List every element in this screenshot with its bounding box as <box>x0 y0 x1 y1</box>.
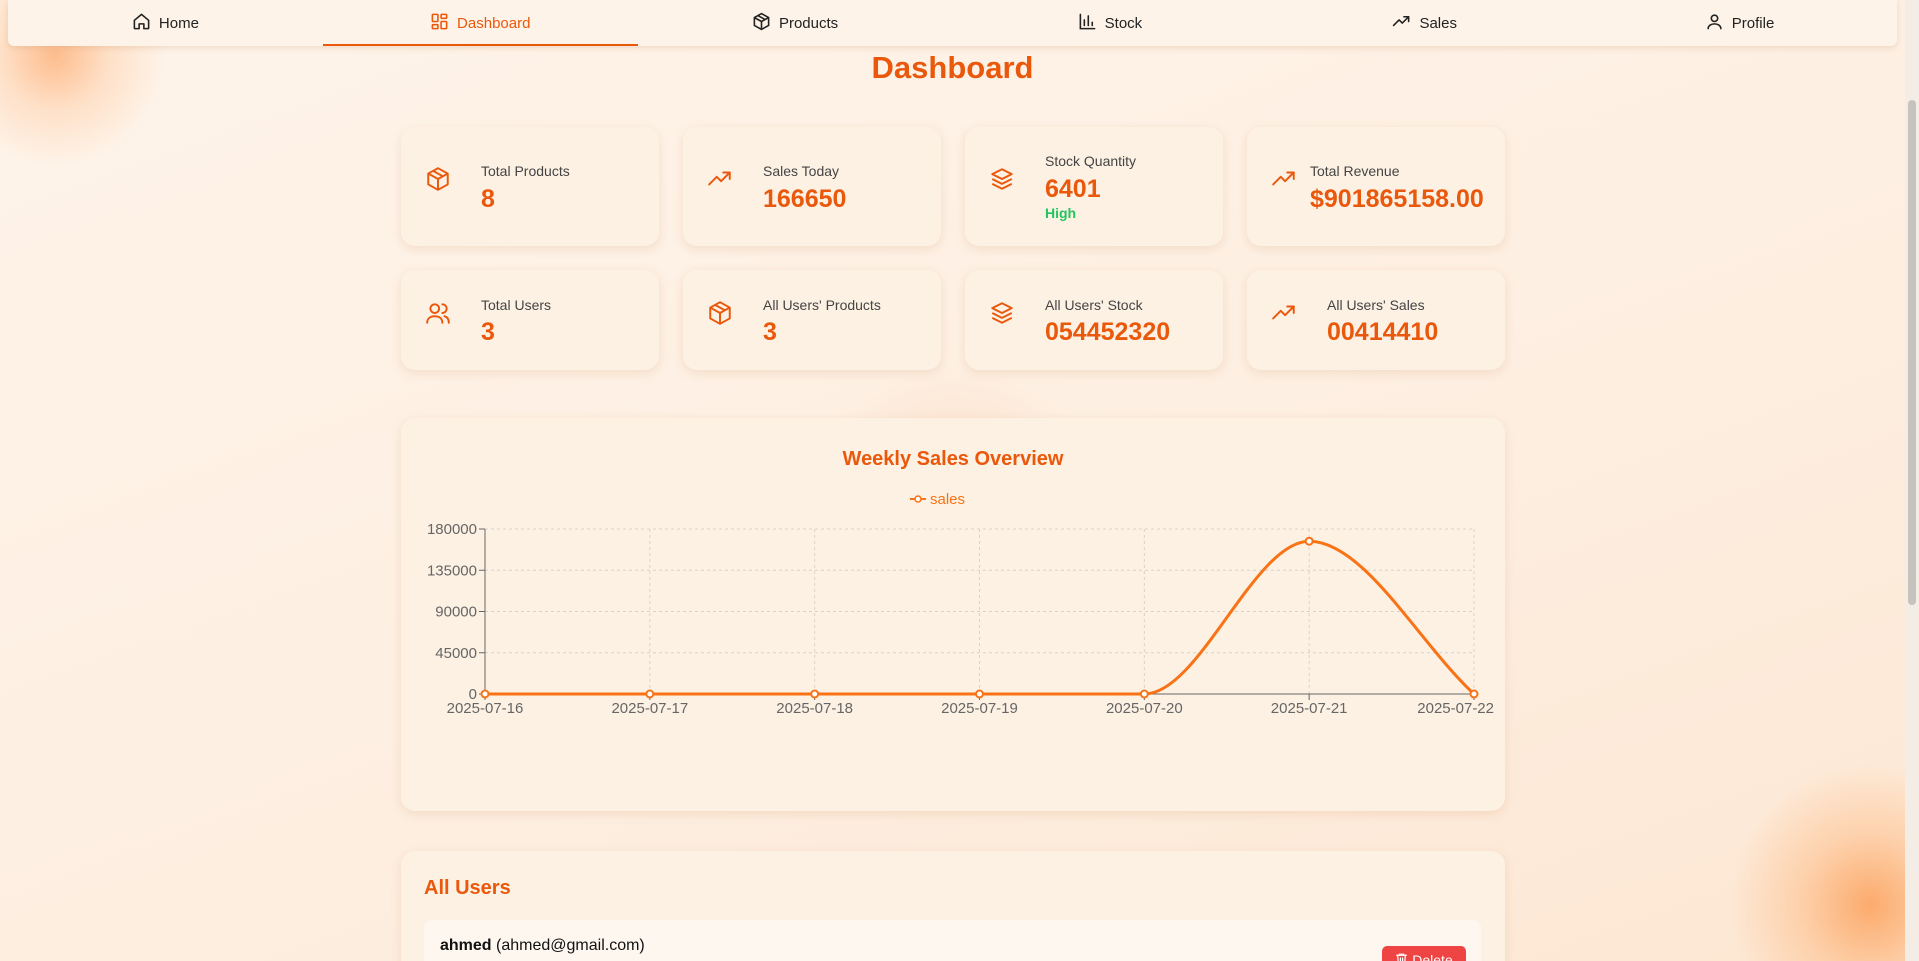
weekly-sales-chart-card: Weekly Sales Overview sales 0 45000 90000 1… <box>401 418 1505 811</box>
stat-label: All Users' Stock <box>1045 297 1143 313</box>
sales-data-point <box>975 689 984 699</box>
nav-stock[interactable]: Stock <box>952 0 1267 46</box>
sales-data-point <box>480 689 490 699</box>
home-icon <box>132 12 151 35</box>
stat-card-total-revenue: Total Revenue $901865158.00 <box>1247 127 1505 246</box>
layers-icon <box>989 300 1015 326</box>
nav-dashboard[interactable]: Dashboard <box>322 0 638 46</box>
nav-products-label: Products <box>778 14 839 32</box>
box-icon <box>425 166 451 192</box>
x-tick-label: 2025-07-17 <box>611 700 688 717</box>
sales-line <box>485 539 1476 696</box>
x-tick-label: 2025-07-18 <box>776 700 853 717</box>
stat-value: 00414410 <box>1327 318 1439 346</box>
user-email: (ahmed@gmail.com) <box>496 937 645 954</box>
stat-label: All Users' Sales <box>1327 297 1425 313</box>
page-title: Dashboard <box>871 50 1034 85</box>
stat-value: 3 <box>763 318 777 346</box>
stat-label: Total Products <box>481 163 570 179</box>
scrollbar-thumb[interactable] <box>1908 100 1916 605</box>
chart-grid <box>484 528 1475 695</box>
stat-card-total-products: Total Products 8 <box>401 127 659 246</box>
x-tick-label: 2025-07-22 <box>1417 700 1494 717</box>
users-icon <box>425 300 451 326</box>
stat-card-all-users-products: All Users' Products 3 <box>683 270 941 370</box>
stock-status-badge: High <box>1045 205 1077 221</box>
sales-data-point <box>1139 689 1149 699</box>
stat-card-total-users: Total Users 3 <box>401 270 659 370</box>
x-tick-label: 2025-07-20 <box>1106 700 1183 717</box>
trending-up-icon <box>1392 12 1411 35</box>
bar-chart-icon <box>1078 12 1097 35</box>
y-tick-label: 135000 <box>427 562 477 579</box>
top-navigation: Home Dashboard Products Stock Sales Prof… <box>8 0 1897 46</box>
delete-user-button[interactable]: Delete <box>1382 946 1466 961</box>
stat-label: Total Revenue <box>1310 163 1400 179</box>
user-list-item: ahmed (ahmed@gmail.com) Delete <box>424 920 1481 961</box>
stat-value: 054452320 <box>1045 318 1171 346</box>
nav-dashboard-label: Dashboard <box>457 14 531 32</box>
stat-card-all-users-sales: All Users' Sales 00414410 <box>1247 270 1505 370</box>
legend-label: sales <box>930 491 965 508</box>
users-section-title: All Users <box>424 877 511 899</box>
nav-profile[interactable]: Profile <box>1582 0 1897 46</box>
stat-value: 6401 <box>1045 175 1101 203</box>
x-tick-label: 2025-07-16 <box>447 700 524 717</box>
layers-icon <box>989 166 1015 192</box>
box-icon <box>752 12 771 35</box>
stat-card-stock-quantity: Stock Quantity 6401 High <box>965 127 1223 246</box>
page-scrollbar[interactable] <box>1905 0 1919 961</box>
nav-home[interactable]: Home <box>8 0 323 46</box>
trending-up-icon <box>707 166 733 192</box>
y-tick-label: 90000 <box>435 604 477 621</box>
stat-value: 3 <box>481 318 495 346</box>
user-name: ahmed <box>440 937 492 954</box>
legend-point-marker <box>914 495 922 503</box>
all-users-section: All Users ahmed (ahmed@gmail.com) Delete <box>401 851 1505 961</box>
trash-icon <box>1395 952 1408 961</box>
chart-axes: 045000900001350001800002025-07-16 2025-07… <box>427 521 1494 717</box>
sales-data-point <box>1304 536 1314 546</box>
sales-data-point <box>810 689 820 699</box>
box-icon <box>707 300 733 326</box>
nav-profile-label: Profile <box>1731 14 1775 32</box>
x-tick-label: 2025-07-21 <box>1271 700 1348 717</box>
stat-label: Sales Today <box>763 163 840 179</box>
nav-home-label: Home <box>158 14 199 32</box>
stat-label: All Users' Products <box>763 297 881 313</box>
sales-data-point <box>1469 689 1479 699</box>
stat-card-sales-today: Sales Today 166650 <box>683 127 941 246</box>
chart-legend[interactable]: sales <box>910 491 965 508</box>
nav-sales-label: Sales <box>1419 14 1457 32</box>
y-tick-label: 180000 <box>427 521 477 538</box>
sales-data-point <box>645 689 655 699</box>
dashboard-icon <box>430 12 449 35</box>
user-icon <box>1705 12 1724 35</box>
trending-up-icon <box>1271 300 1297 326</box>
nav-stock-label: Stock <box>1104 14 1143 32</box>
stat-value: 8 <box>481 185 495 213</box>
nav-products[interactable]: Products <box>638 0 953 46</box>
stat-card-all-users-stock: All Users' Stock 054452320 <box>965 270 1223 370</box>
x-tick-label: 2025-07-19 <box>941 700 1018 717</box>
weekly-sales-chart: sales 045000900001350001800002025-07-16 2… <box>427 491 1494 717</box>
stat-label: Stock Quantity <box>1045 153 1137 169</box>
user-identity: ahmed (ahmed@gmail.com) <box>440 937 645 955</box>
delete-button-label: Delete <box>1412 952 1453 961</box>
nav-sales[interactable]: Sales <box>1267 0 1582 46</box>
stat-label: Total Users <box>481 297 552 313</box>
stat-value: $901865158.00 <box>1310 185 1484 213</box>
stat-value: 166650 <box>763 185 847 213</box>
y-tick-label: 45000 <box>435 645 477 662</box>
trending-up-icon <box>1271 166 1297 192</box>
